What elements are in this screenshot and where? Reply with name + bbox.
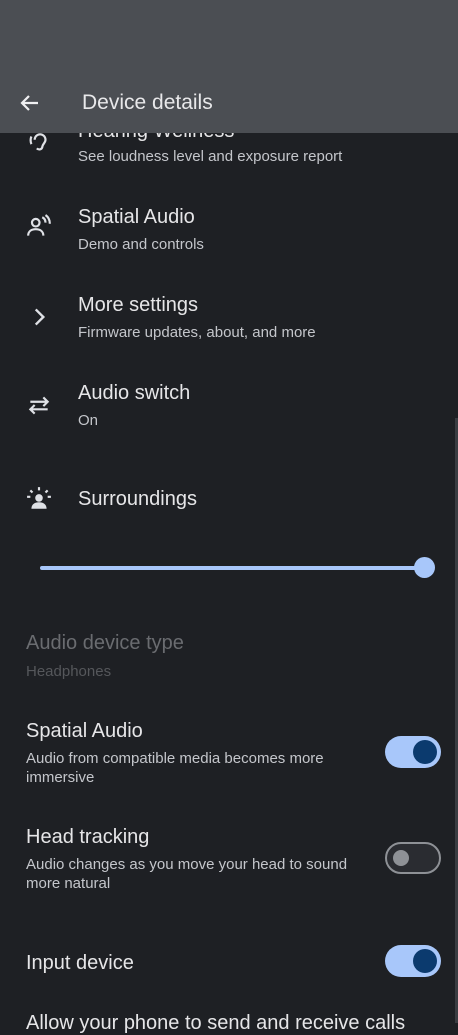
app-bar: Device details	[0, 0, 458, 133]
page-title: Device details	[82, 91, 213, 114]
head-tracking-toggle[interactable]	[385, 842, 441, 874]
input-device-pref[interactable]: Input device	[26, 945, 441, 990]
audio-device-type-title: Audio device type	[26, 632, 184, 654]
more-settings-title: More settings	[78, 294, 199, 316]
spatial-audio-icon	[27, 214, 51, 236]
spatial-audio-pref[interactable]: Spatial Audio Audio from compatible medi…	[26, 720, 441, 790]
spatial-audio-pref-title: Spatial Audio	[26, 720, 143, 742]
audio-device-type-value: Headphones	[26, 663, 112, 680]
arrow-back-icon[interactable]	[18, 91, 42, 115]
head-tracking-subtitle: Audio changes as you move your head to s…	[26, 856, 348, 892]
audio-switch-title: Audio switch	[78, 382, 191, 404]
toggle-knob	[413, 740, 437, 764]
list-item-more-settings[interactable]: More settings Firmware updates, about, a…	[0, 278, 458, 358]
swap-arrows-icon	[28, 396, 50, 415]
spatial-audio-subtitle: Demo and controls	[78, 236, 204, 253]
head-tracking-title: Head tracking	[26, 826, 150, 848]
audio-switch-subtitle: On	[78, 412, 99, 429]
input-device-subtitle: Allow your phone to send and receive cal…	[26, 1012, 406, 1034]
head-tracking-pref[interactable]: Head tracking Audio changes as you move …	[26, 826, 441, 896]
ear-icon	[29, 133, 47, 151]
list-item-spatial-audio[interactable]: Spatial Audio Demo and controls	[0, 190, 458, 270]
toggle-knob	[393, 850, 409, 866]
slider-thumb[interactable]	[414, 557, 435, 578]
surroundings-icon	[27, 487, 51, 509]
toggle-knob	[413, 949, 437, 973]
more-settings-subtitle: Firmware updates, about, and more	[78, 324, 316, 341]
hearing-wellness-subtitle: See loudness level and exposure report	[78, 148, 343, 165]
surroundings-slider[interactable]	[40, 556, 435, 580]
list-item-surroundings: Surroundings	[0, 472, 458, 528]
audio-device-type-pref: Audio device type Headphones	[26, 632, 436, 692]
input-device-title: Input device	[26, 952, 134, 974]
input-device-toggle[interactable]	[385, 945, 441, 977]
surroundings-title: Surroundings	[78, 488, 197, 510]
chevron-right-icon	[34, 308, 46, 326]
spatial-audio-title: Spatial Audio	[78, 206, 195, 228]
spatial-audio-toggle[interactable]	[385, 736, 441, 768]
slider-track	[40, 566, 424, 570]
spatial-audio-pref-subtitle: Audio from compatible media becomes more…	[26, 750, 324, 786]
list-item-audio-switch[interactable]: Audio switch On	[0, 366, 458, 446]
